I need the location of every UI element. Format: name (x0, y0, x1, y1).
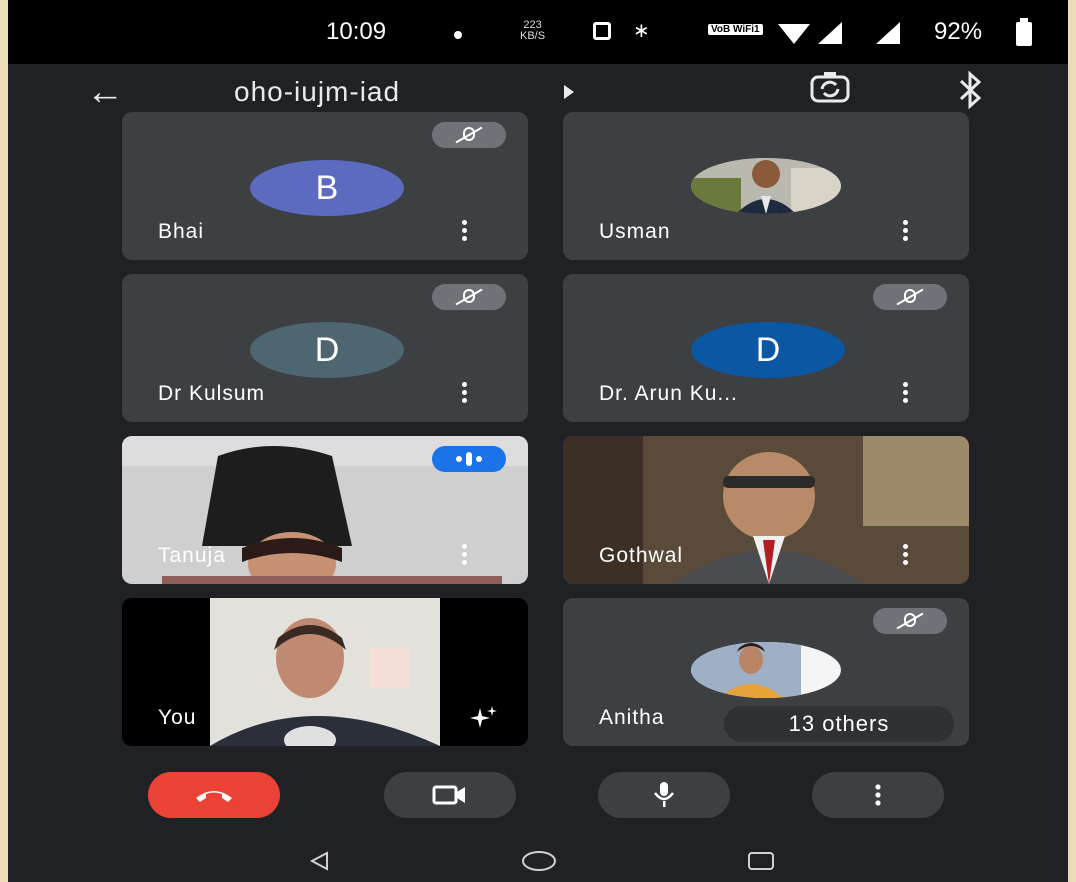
avatar: D (250, 322, 404, 378)
microphone-button[interactable] (598, 772, 730, 818)
participant-name: Dr Kulsum (158, 382, 266, 405)
participant-name: You (158, 706, 197, 729)
status-time: 10:09 (326, 18, 387, 45)
more-vertical-icon (875, 784, 881, 806)
battery-percent: 92% (934, 18, 983, 45)
bluetooth-status-icon: ∗ (633, 20, 650, 42)
camera-switch-icon[interactable] (808, 70, 852, 106)
more-vertical-icon[interactable] (462, 220, 468, 242)
signal-icon-2 (876, 22, 900, 44)
network-speed: 223 KB/S (520, 20, 545, 42)
mic-muted-icon (432, 122, 506, 148)
more-options-button[interactable] (812, 772, 944, 818)
participant-name: Tanuja (158, 544, 226, 567)
mic-muted-icon (873, 284, 947, 310)
self-video (210, 598, 440, 746)
others-chip[interactable]: 13 others (724, 706, 954, 742)
participant-name: Gothwal (599, 544, 684, 567)
phone-hangup-icon (196, 791, 232, 802)
participant-tile-dr-arun[interactable]: D Dr. Arun Ku... (563, 274, 969, 422)
microphone-icon (654, 782, 674, 807)
nfc-icon (593, 22, 611, 40)
volte-badge: VoB WiFi1 (708, 24, 763, 35)
meeting-code[interactable]: oho-iujm-iad (234, 76, 400, 108)
participant-tile-usman[interactable]: Usman (563, 112, 969, 260)
more-vertical-icon[interactable] (903, 544, 909, 566)
nav-back-icon[interactable] (308, 850, 330, 872)
expand-triangle-icon[interactable] (564, 85, 574, 99)
end-call-button[interactable] (148, 772, 280, 818)
participant-tile-tanuja[interactable]: Tanuja (122, 436, 528, 584)
avatar (691, 642, 841, 698)
signal-icon (818, 22, 842, 44)
wifi-icon (778, 24, 810, 44)
network-speed-unit: KB/S (520, 30, 546, 42)
android-nav-bar (8, 836, 1068, 882)
battery-icon (1016, 18, 1032, 46)
avatar (691, 158, 841, 214)
video-camera-icon (432, 785, 465, 805)
participant-name: Bhai (158, 220, 205, 243)
bluetooth-icon[interactable] (952, 70, 988, 110)
participant-tile-dr-kulsum[interactable]: D Dr Kulsum (122, 274, 528, 422)
avatar: B (250, 160, 404, 216)
sparkle-icon[interactable] (470, 706, 498, 730)
participant-name: Anitha (599, 706, 665, 729)
nav-recents-icon[interactable] (746, 850, 776, 872)
more-vertical-icon[interactable] (462, 544, 468, 566)
mic-muted-icon (432, 284, 506, 310)
usman-photo (691, 158, 841, 214)
participant-name: Usman (599, 220, 671, 243)
avatar: D (691, 322, 845, 378)
status-bar: 10:09 223 KB/S ∗ VoB WiFi1 92% (8, 0, 1068, 64)
more-vertical-icon[interactable] (903, 382, 909, 404)
camera-toggle-button[interactable] (384, 772, 516, 818)
participant-tile-gothwal[interactable]: Gothwal (563, 436, 969, 584)
meet-screen: 10:09 223 KB/S ∗ VoB WiFi1 92% ← oho-iuj… (8, 0, 1068, 882)
arrow-left-icon[interactable]: ← (86, 64, 124, 120)
anitha-photo (691, 642, 841, 698)
participant-tile-bhai[interactable]: B Bhai (122, 112, 528, 260)
nav-home-icon[interactable] (520, 850, 558, 872)
participant-name: Dr. Arun Ku... (599, 382, 738, 405)
speaking-indicator-icon (432, 446, 506, 472)
more-vertical-icon[interactable] (462, 382, 468, 404)
participant-tile-you[interactable]: You (122, 598, 528, 746)
notification-dot (454, 31, 462, 39)
more-vertical-icon[interactable] (903, 220, 909, 242)
mic-muted-icon (873, 608, 947, 634)
